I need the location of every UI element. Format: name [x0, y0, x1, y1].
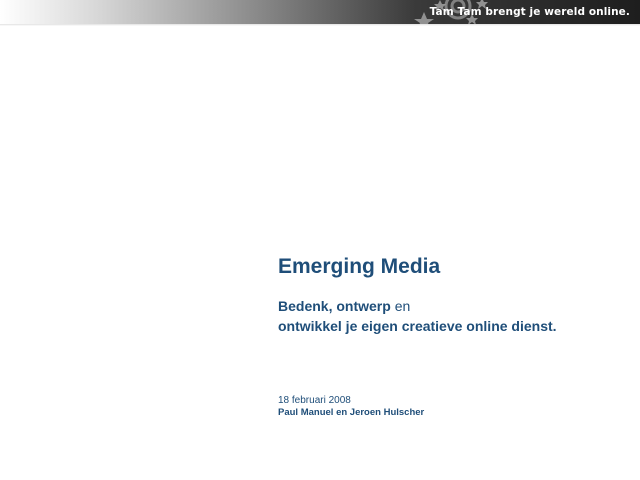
presentation-authors: Paul Manuel en Jeroen Hulscher — [278, 407, 425, 418]
subtitle-regular-text: en — [394, 298, 411, 314]
slide-subtitle: Bedenk, ontwerp en ontwikkel je eigen cr… — [278, 296, 628, 336]
presentation-date: 18 februari 2008 — [278, 395, 351, 406]
subtitle-bold-text: Bedenk, ontwerp — [278, 298, 391, 314]
header-tagline: Tam Tam brengt je wereld online. — [429, 6, 630, 18]
subtitle-line-2: ontwikkel je eigen creatieve online dien… — [278, 318, 557, 334]
subtitle-line-1: Bedenk, ontwerp en — [278, 296, 628, 316]
header-divider — [0, 24, 640, 26]
header-bar: Tam Tam brengt je wereld online. — [0, 0, 640, 24]
slide-title: Emerging Media — [278, 255, 441, 278]
slide-content: Emerging Media Bedenk, ontwerp en ontwik… — [278, 254, 628, 336]
